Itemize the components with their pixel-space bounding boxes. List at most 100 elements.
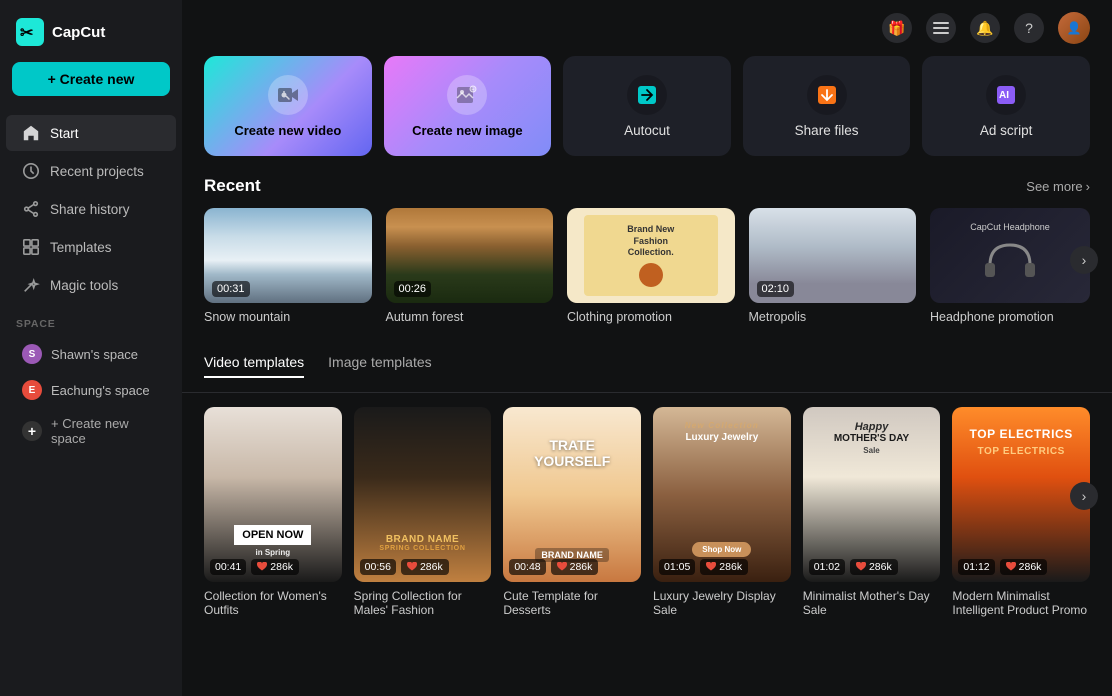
sidebar-item-start[interactable]: Start: [6, 115, 176, 151]
template-time-2: 00:56: [360, 559, 396, 575]
template-time-3: 00:48: [509, 559, 545, 575]
templates-next-button[interactable]: ›: [1070, 482, 1098, 510]
shawn-avatar: S: [22, 344, 42, 364]
logo-area: ✂ CapCut: [0, 12, 182, 62]
sidebar-item-share-history[interactable]: Share history: [6, 191, 176, 227]
ad-script-card[interactable]: AI Ad script: [922, 56, 1090, 156]
topbar: 🎁 🔔 ? 👤: [182, 0, 1112, 56]
template-title-5: Minimalist Mother's Day Sale: [803, 589, 941, 617]
template-badges-4: 01:05 286k: [659, 559, 748, 575]
template-likes-3: 286k: [551, 559, 599, 575]
template-time-5: 01:02: [809, 559, 845, 575]
template-badges-5: 01:02 286k: [809, 559, 898, 575]
sidebar: ✂ CapCut + Create new Start Recent proje…: [0, 0, 182, 696]
template-thumb-4: New Collection Luxury Jewelry Shop Now 0…: [653, 407, 791, 582]
template-likes-5: 286k: [850, 559, 898, 575]
svg-text:AI: AI: [999, 90, 1009, 101]
clock-icon: [22, 162, 40, 180]
share-files-card[interactable]: Share files: [743, 56, 911, 156]
new-video-icon: [268, 75, 308, 115]
template-badges-2: 00:56 286k: [360, 559, 449, 575]
headphone-visual: CapCut Headphone: [930, 208, 1090, 303]
sidebar-create-space[interactable]: + + Create new space: [6, 409, 176, 453]
create-new-video-card[interactable]: Create new video: [204, 56, 372, 156]
snow-time-badge: 00:31: [212, 281, 250, 297]
template-title-4: Luxury Jewelry Display Sale: [653, 589, 791, 617]
template-likes-1: 286k: [251, 559, 299, 575]
recent-card-forest[interactable]: 00:26 Autumn forest: [386, 208, 554, 324]
create-space-icon: +: [22, 421, 42, 441]
recent-thumb-metro: 02:10: [749, 208, 917, 303]
user-avatar[interactable]: 👤: [1058, 12, 1090, 44]
autocut-card[interactable]: Autocut: [563, 56, 731, 156]
grid-icon: [22, 238, 40, 256]
shawn-space-label: Shawn's space: [51, 347, 138, 362]
recent-card-metro[interactable]: 02:10 Metropolis: [749, 208, 917, 324]
gift-icon-btn[interactable]: 🎁: [882, 13, 912, 43]
sidebar-item-recent[interactable]: Recent projects: [6, 153, 176, 189]
sidebar-label-templates: Templates: [50, 240, 112, 255]
main-content: 🎁 🔔 ? 👤 Create new video: [182, 0, 1112, 696]
template-title-2: Spring Collection for Males' Fashion: [354, 589, 492, 617]
capcut-logo-icon: ✂: [16, 18, 44, 46]
template-thumb-3: TRATEYOURSELF BRAND NAME 00:48 286k: [503, 407, 641, 582]
template-badges-6: 01:12 286k: [958, 559, 1047, 575]
question-icon-btn[interactable]: ?: [1014, 13, 1044, 43]
template-card-4[interactable]: New Collection Luxury Jewelry Shop Now 0…: [653, 407, 791, 617]
clothing-visual: Brand NewFashionCollection.: [567, 208, 735, 303]
tab-image-templates[interactable]: Image templates: [328, 348, 432, 378]
template-likes-4: 286k: [700, 559, 748, 575]
template-title-1: Collection for Women's Outfits: [204, 589, 342, 617]
template-title-3: Cute Template for Desserts: [503, 589, 641, 617]
template-likes-2: 286k: [401, 559, 449, 575]
template-time-1: 00:41: [210, 559, 246, 575]
share-files-icon: [807, 75, 847, 115]
templates-tabs-row: Video templates Image templates: [182, 348, 1112, 393]
template-badges-1: 00:41 286k: [210, 559, 299, 575]
menu-icon-btn[interactable]: [926, 13, 956, 43]
sidebar-label-share-history: Share history: [50, 202, 130, 217]
recent-card-snow[interactable]: 00:31 Snow mountain: [204, 208, 372, 324]
forest-time-badge: 00:26: [394, 281, 432, 297]
sidebar-item-magic-tools[interactable]: Magic tools: [6, 267, 176, 303]
template-visual-5: Happy MOTHER'S DAY Sale: [803, 407, 941, 582]
logo-text: CapCut: [52, 24, 105, 41]
see-more-recent[interactable]: See more ›: [1026, 179, 1090, 194]
clothing-name: Clothing promotion: [567, 310, 735, 324]
template-thumb-2: BRAND NAME SPRING COLLECTION 00:56 286k: [354, 407, 492, 582]
template-card-2[interactable]: BRAND NAME SPRING COLLECTION 00:56 286k …: [354, 407, 492, 617]
template-visual-3: TRATEYOURSELF BRAND NAME: [503, 407, 641, 582]
sidebar-label-start: Start: [50, 126, 79, 141]
recent-thumb-clothing: Brand NewFashionCollection.: [567, 208, 735, 303]
template-card-6[interactable]: TOP ELECTRICSTOP ELECTRICS 01:12 286k Mo…: [952, 407, 1090, 617]
bell-icon-btn[interactable]: 🔔: [970, 13, 1000, 43]
recent-next-button[interactable]: ›: [1070, 246, 1098, 274]
template-card-3[interactable]: TRATEYOURSELF BRAND NAME 00:48 286k Cute…: [503, 407, 641, 617]
recent-row: 00:31 Snow mountain 00:26 Autumn forest …: [182, 208, 1112, 348]
recent-card-headphone[interactable]: CapCut Headphone Headphone promotion: [930, 208, 1090, 324]
svg-text:✂: ✂: [20, 25, 34, 42]
sidebar-label-magic-tools: Magic tools: [50, 278, 118, 293]
sidebar-item-templates[interactable]: Templates: [6, 229, 176, 265]
headphone-name: Headphone promotion: [930, 310, 1090, 324]
recent-card-clothing[interactable]: Brand NewFashionCollection. Clothing pro…: [567, 208, 735, 324]
sidebar-space-shawn[interactable]: S Shawn's space: [6, 337, 176, 371]
templates-row: OPEN NOW in Spring 00:41 286k Collection…: [182, 407, 1112, 617]
template-card-5[interactable]: Happy MOTHER'S DAY Sale 01:02 286k Minim…: [803, 407, 941, 617]
home-icon: [22, 124, 40, 142]
sidebar-space-eachung[interactable]: E Eachung's space: [6, 373, 176, 407]
template-visual-2: BRAND NAME SPRING COLLECTION: [354, 407, 492, 582]
template-visual-4: New Collection Luxury Jewelry Shop Now: [653, 407, 791, 582]
tab-video-templates[interactable]: Video templates: [204, 348, 304, 378]
template-card-1[interactable]: OPEN NOW in Spring 00:41 286k Collection…: [204, 407, 342, 617]
ad-script-label: Ad script: [980, 123, 1033, 138]
recent-title: Recent: [204, 176, 261, 196]
create-new-button[interactable]: + Create new: [12, 62, 170, 96]
create-new-image-card[interactable]: + Create new image: [384, 56, 552, 156]
create-space-label: + Create new space: [51, 416, 160, 446]
eachung-space-label: Eachung's space: [51, 383, 150, 398]
eachung-avatar: E: [22, 380, 42, 400]
recent-thumb-snow: 00:31: [204, 208, 372, 303]
share-icon: [22, 200, 40, 218]
chevron-right-icon: ›: [1086, 179, 1090, 194]
